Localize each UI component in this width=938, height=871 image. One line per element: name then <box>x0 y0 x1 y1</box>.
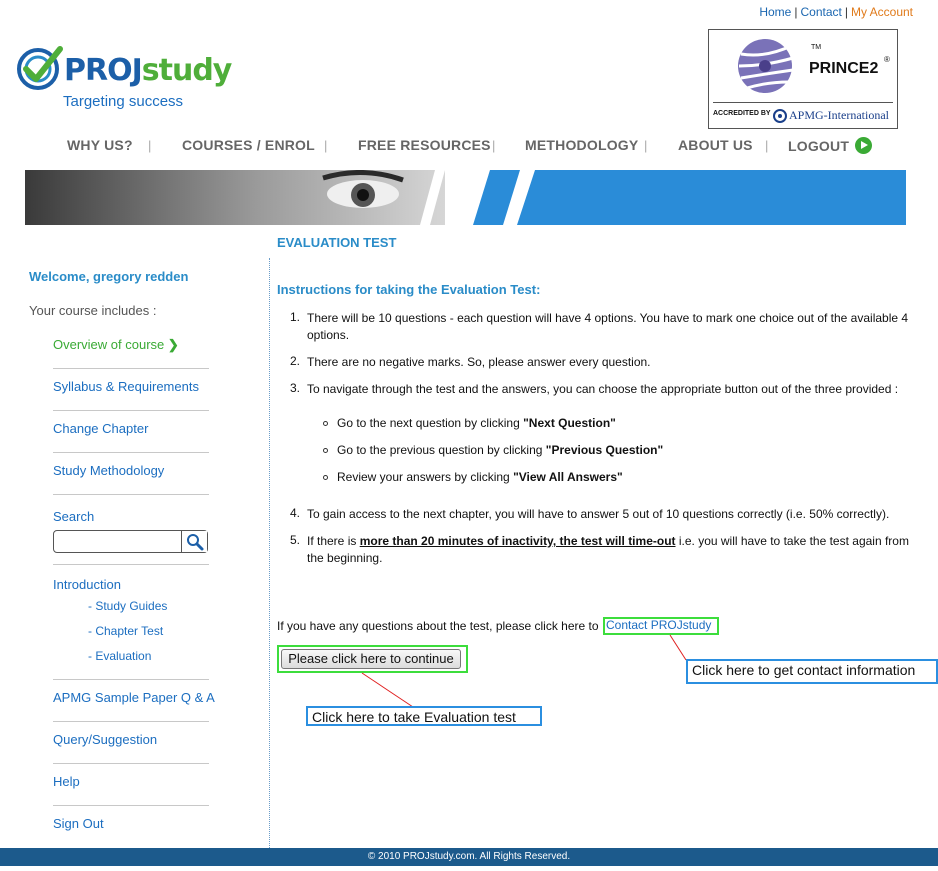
separator: | <box>844 5 848 19</box>
prince2-swirl-icon <box>738 39 794 93</box>
bullet-icon <box>323 475 328 480</box>
navigation-bullet: Go to the previous question by clicking … <box>337 443 664 457</box>
list-number: 1. <box>290 310 301 324</box>
top-links: Home | Contact | My Account <box>759 5 913 19</box>
sidebar-subitem-evaluation[interactable]: - Evaluation <box>88 649 151 663</box>
apmg-international-label: APMG-International <box>789 108 889 122</box>
instruction-item: If there is more than 20 minutes of inac… <box>307 534 909 565</box>
nav-why-us[interactable]: WHY US? <box>67 137 133 153</box>
sidebar-divider <box>53 805 209 806</box>
questions-note: If you have any questions about the test… <box>277 619 599 633</box>
sidebar-divider <box>53 679 209 680</box>
contact-projstudy-link[interactable]: Contact PROJstudy <box>606 618 711 632</box>
nav-separator: | <box>765 138 769 153</box>
prince2-title: PRINCE2 <box>809 60 879 77</box>
sidebar-subitem-study-guides[interactable]: - Study Guides <box>88 599 167 613</box>
main-nav: WHY US? | COURSES / ENROL | FREE RESOURC… <box>0 137 938 157</box>
nav-methodology[interactable]: METHODOLOGY <box>525 137 638 153</box>
search-icon <box>187 534 204 551</box>
nav-separator: | <box>148 138 152 153</box>
my-account-link[interactable]: My Account <box>851 5 913 19</box>
sidebar-item-overview[interactable]: Overview of course ❯ <box>53 337 179 353</box>
header-banner-image <box>25 170 906 225</box>
instruction-item: To gain access to the next chapter, you … <box>307 507 890 521</box>
list-number: 3. <box>290 381 301 395</box>
continue-button[interactable]: Please click here to continue <box>281 649 461 669</box>
sidebar-item-query-suggestion[interactable]: Query/Suggestion <box>53 732 157 747</box>
annotation-connector <box>361 672 414 708</box>
list-number: 5. <box>290 533 301 547</box>
checkmark-logo-icon <box>17 46 63 90</box>
logo-tagline: Targeting success <box>63 93 184 110</box>
sidebar-item-introduction[interactable]: Introduction <box>53 577 121 592</box>
contact-link[interactable]: Contact <box>800 5 841 19</box>
bullet-icon <box>323 448 328 453</box>
instruction-item: To navigate through the test and the ans… <box>307 382 899 396</box>
chevron-right-icon: ❯ <box>167 337 179 352</box>
nav-logout[interactable]: LOGOUT <box>788 137 873 154</box>
sidebar-divider <box>53 763 209 764</box>
badge-divider <box>713 102 893 103</box>
prince2-accreditation-badge: TM PRINCE2 ® ACCREDITED BY APMG-Internat… <box>708 29 898 129</box>
sidebar-divider <box>53 368 209 369</box>
search-button[interactable] <box>181 531 207 552</box>
logout-arrow-icon <box>855 137 873 154</box>
nav-free-resources[interactable]: FREE RESOURCES <box>358 137 491 153</box>
sidebar-item-syllabus[interactable]: Syllabus & Requirements <box>53 379 199 394</box>
evaluation-test-callout: Click here to take Evaluation test <box>306 706 542 726</box>
apmg-logo-icon <box>773 109 787 123</box>
course-includes-label: Your course includes : <box>29 303 157 318</box>
sidebar-item-study-methodology[interactable]: Study Methodology <box>53 463 164 478</box>
nav-courses-enrol[interactable]: COURSES / ENROL <box>182 137 315 153</box>
banner-graphic <box>25 170 906 225</box>
sidebar-divider <box>53 564 209 565</box>
sidebar-divider <box>53 452 209 453</box>
nav-about-us[interactable]: ABOUT US <box>678 137 753 153</box>
separator: | <box>794 5 798 19</box>
list-number: 2. <box>290 354 301 368</box>
accredited-by-label: ACCREDITED BY <box>713 110 771 117</box>
logo-wordmark: PROJstudy <box>64 53 232 88</box>
sidebar-content-divider <box>269 258 270 848</box>
projstudy-logo[interactable]: PROJstudy Targeting success <box>16 43 266 113</box>
search-label: Search <box>53 509 95 524</box>
sidebar-divider <box>53 721 209 722</box>
registered-mark: ® <box>884 55 890 64</box>
list-number: 4. <box>290 506 301 520</box>
sidebar-item-apmg-sample-paper[interactable]: APMG Sample Paper Q & A <box>53 690 215 705</box>
nav-separator: | <box>644 138 648 153</box>
navigation-bullet: Review your answers by clicking "View Al… <box>337 470 623 484</box>
bullet-icon <box>323 421 328 426</box>
footer-copyright: © 2010 PROJstudy.com. All Rights Reserve… <box>0 848 938 866</box>
trademark: TM <box>811 44 822 51</box>
contact-info-callout: Click here to get contact information <box>686 659 938 684</box>
welcome-message: Welcome, gregory redden <box>29 269 189 284</box>
sidebar-item-sign-out[interactable]: Sign Out <box>53 816 104 831</box>
instruction-item: There are no negative marks. So, please … <box>307 355 651 369</box>
sidebar-item-change-chapter[interactable]: Change Chapter <box>53 421 148 436</box>
search-input[interactable] <box>53 530 208 553</box>
home-link[interactable]: Home <box>759 5 791 19</box>
annotation-connector <box>669 634 687 661</box>
nav-separator: | <box>324 138 328 153</box>
sidebar-subitem-chapter-test[interactable]: - Chapter Test <box>88 624 163 638</box>
sidebar-divider <box>53 410 209 411</box>
instruction-item: There will be 10 questions - each questi… <box>307 311 909 342</box>
instructions-heading: Instructions for taking the Evaluation T… <box>277 282 541 297</box>
navigation-bullet: Go to the next question by clicking "Nex… <box>337 416 616 430</box>
sidebar-divider <box>53 494 209 495</box>
nav-separator: | <box>492 138 496 153</box>
sidebar-item-help[interactable]: Help <box>53 774 80 789</box>
page-title: EVALUATION TEST <box>277 235 397 250</box>
